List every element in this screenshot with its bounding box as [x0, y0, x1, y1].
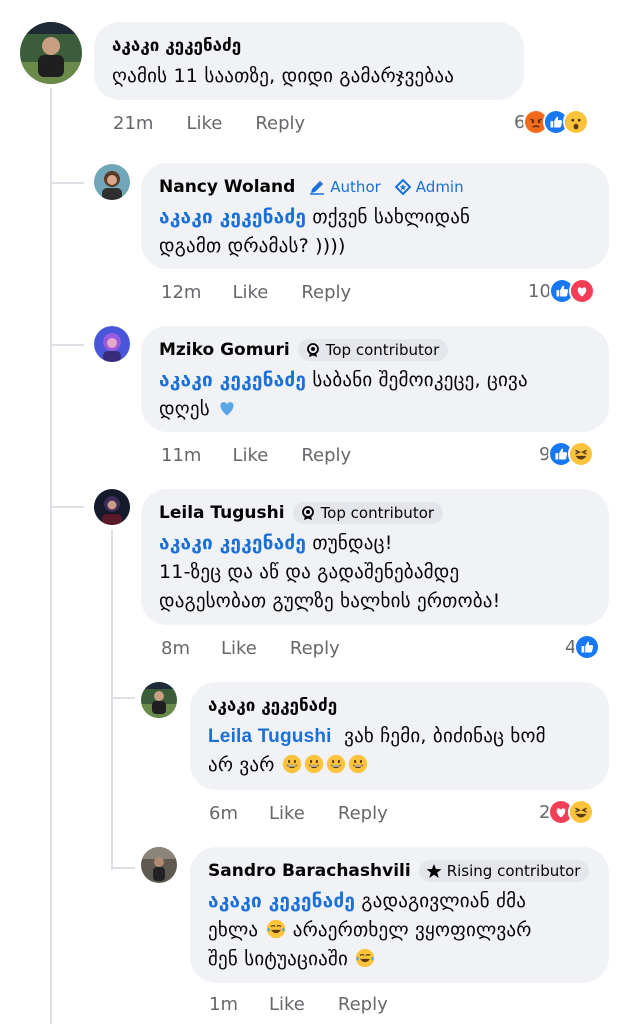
reaction-summary[interactable]: 6 [514, 109, 590, 135]
comment-bubble: აკაკი კეკენაძე Leila Tugushi ვახ ჩემი, ბ… [190, 682, 609, 790]
avatar[interactable] [141, 682, 177, 718]
like-button[interactable]: Like [232, 445, 268, 466]
thread-branch [52, 344, 84, 346]
reply-button[interactable]: Reply [290, 638, 340, 659]
haha-reaction-icon [568, 799, 595, 825]
comment-actions: 1m Like Reply [209, 994, 388, 1015]
grinning-face-icon [304, 754, 323, 774]
blue-heart-icon [220, 402, 234, 416]
avatar[interactable] [141, 847, 177, 883]
reply-button[interactable]: Reply [301, 445, 351, 466]
like-button[interactable]: Like [269, 994, 305, 1015]
comment-author[interactable]: Nancy Woland [159, 177, 295, 197]
comment-author[interactable]: Mziko Gomuri [159, 340, 290, 360]
avatar[interactable] [20, 22, 82, 84]
comment-bubble: Nancy Woland Author Admin აკაკი კეკენაძე… [141, 163, 609, 269]
avatar[interactable] [94, 489, 130, 525]
reaction-count: 10 [528, 280, 551, 302]
like-button[interactable]: Like [269, 803, 305, 824]
reaction-summary[interactable]: 4 [565, 634, 601, 660]
top-contributor-badge: Top contributor [292, 502, 444, 524]
admin-badge: Admin [394, 178, 464, 196]
grinning-face-icon [348, 754, 367, 774]
reply-button[interactable]: Reply [255, 113, 305, 134]
contributor-medal-icon [301, 506, 314, 520]
pencil-icon [310, 181, 325, 195]
mention-link[interactable]: აკაკი კეკენაძე [159, 532, 306, 554]
mention-link[interactable]: აკაკი კეკენაძე [159, 206, 306, 228]
reply-button[interactable]: Reply [301, 282, 351, 303]
contributor-medal-icon [306, 343, 319, 357]
comment-actions: 12m Like Reply [161, 282, 351, 303]
like-reaction-icon [574, 634, 601, 660]
haha-reaction-icon [568, 441, 595, 467]
comment-time[interactable]: 12m [161, 282, 201, 303]
thread-branch [113, 697, 135, 699]
star-icon [426, 864, 442, 878]
admin-shield-icon [394, 179, 411, 195]
comment-time[interactable]: 11m [161, 445, 201, 466]
comment-bubble: აკაკი კეკენაძე ღამის 11 საათზე, დიდი გამ… [94, 22, 524, 100]
mention-link[interactable]: აკაკი კეკენაძე [208, 890, 355, 912]
thread-branch [52, 506, 84, 508]
like-button[interactable]: Like [186, 113, 222, 134]
comment-actions: 6m Like Reply [209, 803, 388, 824]
comment-text: ღამის 11 საათზე, დიდი გამარჯვებაა [112, 65, 455, 87]
thread-line-nested [111, 530, 113, 870]
comment-time[interactable]: 1m [209, 994, 238, 1015]
comment-bubble: Mziko Gomuri Top contributor აკაკი კეკენ… [141, 326, 609, 432]
comment-actions: 11m Like Reply [161, 445, 351, 466]
reply-button[interactable]: Reply [338, 994, 388, 1015]
thread-branch [113, 867, 135, 869]
comment-author[interactable]: Leila Tugushi [159, 503, 285, 523]
top-contributor-badge: Top contributor [297, 339, 449, 361]
comment-time[interactable]: 8m [161, 638, 190, 659]
comment-bubble: Leila Tugushi Top contributor აკაკი კეკე… [141, 489, 609, 625]
avatar[interactable] [94, 326, 130, 362]
reaction-summary[interactable]: 10 [528, 278, 595, 304]
author-badge: Author [309, 178, 381, 196]
comment-actions: 8m Like Reply [161, 638, 340, 659]
comment-text: აკაკი კეკენაძე თუნდაც! 11-ზეც და აწ და გ… [159, 532, 501, 612]
grinning-face-icon [282, 754, 301, 774]
tears-of-joy-icon [356, 948, 375, 968]
comment-actions: 21m Like Reply [113, 113, 305, 134]
mention-link[interactable]: აკაკი კეკენაძე [159, 369, 306, 391]
grinning-face-icon [326, 754, 345, 774]
comment-author[interactable]: Sandro Barachashvili [208, 861, 411, 881]
comment-text: აკაკი კეკენაძე თქვენ სახლიდან დგამთ დრამ… [159, 206, 471, 257]
reply-button[interactable]: Reply [338, 803, 388, 824]
comment-author[interactable]: აკაკი კეკენაძე [208, 696, 337, 716]
comment-author[interactable]: აკაკი კეკენაძე [112, 36, 241, 56]
tears-of-joy-icon [266, 919, 285, 939]
wow-reaction-icon [563, 109, 590, 135]
love-reaction-icon [568, 278, 595, 304]
reaction-summary[interactable]: 9 [539, 441, 595, 467]
rising-contributor-badge: Rising contributor [418, 860, 590, 882]
like-button[interactable]: Like [221, 638, 257, 659]
mention-link[interactable]: Leila Tugushi [208, 726, 332, 747]
reaction-summary[interactable]: 2 [539, 799, 595, 825]
like-button[interactable]: Like [232, 282, 268, 303]
comment-time[interactable]: 6m [209, 803, 238, 824]
thread-branch [52, 182, 84, 184]
comment-bubble: Sandro Barachashvili Rising contributor … [190, 847, 609, 983]
comment-text: Leila Tugushi ვახ ჩემი, ბიძინაც ხომ არ ვ… [208, 725, 546, 776]
avatar[interactable] [94, 164, 130, 200]
comment-text: აკაკი კეკენაძე გადაგივლიან ძმა ეხლა არაე… [208, 890, 532, 970]
comment-time[interactable]: 21m [113, 113, 153, 134]
thread-line-main [50, 88, 52, 1024]
comment-text: აკაკი კეკენაძე საბანი შემოიკეცე, ცივა დღ… [159, 369, 528, 420]
